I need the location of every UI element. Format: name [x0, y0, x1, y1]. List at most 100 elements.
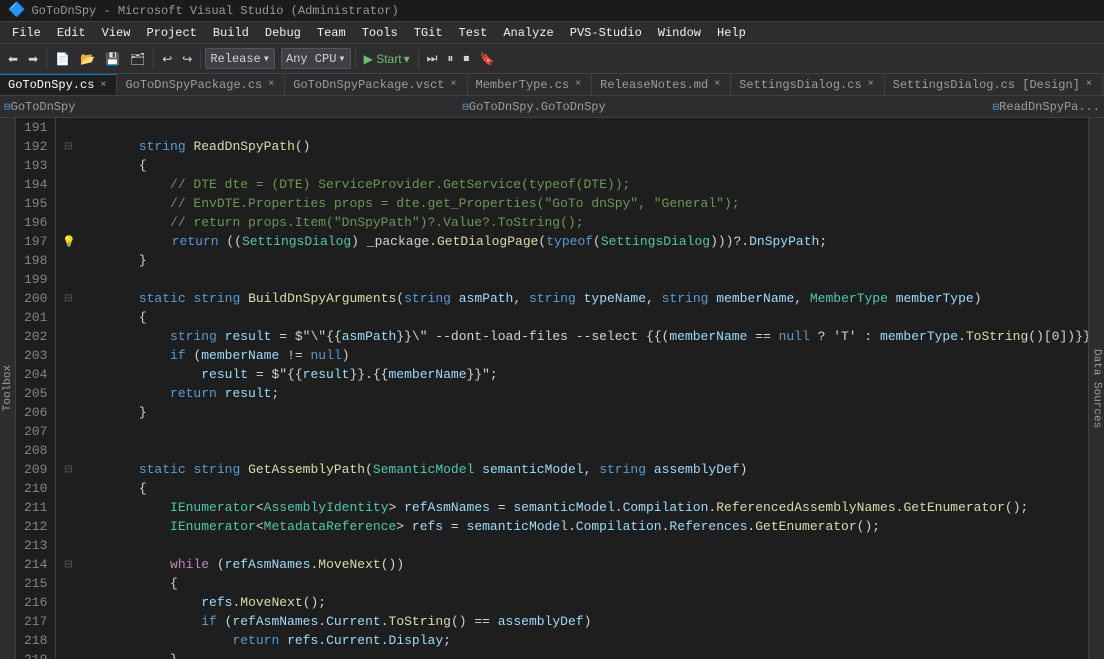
tab-settingsdialog-cs--design-[interactable]: SettingsDialog.cs [Design] ×: [885, 74, 1103, 95]
menu-item-tgit[interactable]: TGit: [406, 24, 451, 42]
code-line: [64, 270, 1088, 289]
tab-releasenotes-md[interactable]: ReleaseNotes.md ×: [592, 74, 731, 95]
line-number: 214: [24, 555, 47, 574]
new-project-button[interactable]: 📄: [51, 50, 74, 68]
collapse-icon[interactable]: ⊟: [64, 555, 76, 574]
code-line: [64, 441, 1088, 460]
code-line: }: [64, 251, 1088, 270]
tab-close-icon[interactable]: ×: [866, 78, 876, 91]
code-area: Toolbox 19119219319419519619719819920020…: [0, 118, 1104, 659]
editor: 1911921931941951961971981992002012022032…: [16, 118, 1088, 659]
menu-item-team[interactable]: Team: [309, 24, 354, 42]
titlebar: 🔷 GoToDnSpy - Microsoft Visual Studio (A…: [0, 0, 1104, 22]
forward-button[interactable]: ➡: [24, 50, 42, 68]
code-line: }: [64, 403, 1088, 422]
config-dropdown[interactable]: Release ▾: [205, 48, 275, 69]
code-line: refs.MoveNext();: [64, 593, 1088, 612]
line-number: 207: [24, 422, 47, 441]
menu-item-tools[interactable]: Tools: [354, 24, 406, 42]
code-line: IEnumerator<MetadataReference> refs = se…: [64, 517, 1088, 536]
back-button[interactable]: ⬅: [4, 50, 22, 68]
line-number: 194: [24, 175, 47, 194]
menu-item-window[interactable]: Window: [650, 24, 709, 42]
tab-close-icon[interactable]: ×: [98, 79, 108, 92]
line-number: 210: [24, 479, 47, 498]
line-number: 205: [24, 384, 47, 403]
undo-button[interactable]: ↩: [158, 50, 176, 68]
redo-button[interactable]: ↪: [178, 50, 196, 68]
tabs-bar: GoToDnSpy.cs×GoToDnSpyPackage.cs×GoToDnS…: [0, 74, 1104, 96]
line-number: 195: [24, 194, 47, 213]
line-number: 209: [24, 460, 47, 479]
menu-item-edit[interactable]: Edit: [49, 24, 94, 42]
line-number: 206: [24, 403, 47, 422]
tab-membertype-cs[interactable]: MemberType.cs×: [468, 74, 593, 95]
line-number: 202: [24, 327, 47, 346]
tab-label: GoToDnSpyPackage.cs: [125, 78, 262, 92]
menu-item-help[interactable]: Help: [709, 24, 754, 42]
tab-settingsdialog-cs[interactable]: SettingsDialog.cs ×: [731, 74, 884, 95]
code-line: ⊟ string ReadDnSpyPath(): [64, 137, 1088, 156]
platform-dropdown[interactable]: Any CPU ▾: [281, 48, 351, 69]
debug-btn2[interactable]: ⏸: [443, 49, 457, 68]
menu-item-test[interactable]: Test: [451, 24, 496, 42]
debug-btn3[interactable]: ⏹: [459, 49, 473, 68]
save-button[interactable]: 💾: [101, 50, 124, 68]
lightbulb-icon[interactable]: 💡: [62, 237, 76, 249]
collapse-icon[interactable]: ⊟: [64, 460, 76, 479]
collapse-icon[interactable]: ⊟: [64, 289, 76, 308]
tab-close-icon[interactable]: ×: [449, 78, 459, 91]
config-label: Release: [210, 52, 260, 66]
run-label: ▶ Start: [364, 52, 402, 66]
tab-close-icon[interactable]: ×: [1084, 78, 1094, 91]
menu-item-pvs-studio[interactable]: PVS-Studio: [562, 24, 650, 42]
separator-4: [355, 49, 356, 69]
line-number: 192: [24, 137, 47, 156]
separator-5: [418, 49, 419, 69]
code-content[interactable]: ⊟ string ReadDnSpyPath() { // DTE dte = …: [56, 118, 1088, 659]
method-path: ReadDnSpyPa...: [999, 100, 1100, 114]
code-line: IEnumerator<AssemblyIdentity> refAsmName…: [64, 498, 1088, 517]
tab-close-icon[interactable]: ×: [266, 78, 276, 91]
menu-item-debug[interactable]: Debug: [257, 24, 309, 42]
code-line: return refs.Current.Display;: [64, 631, 1088, 650]
menu-item-file[interactable]: File: [4, 24, 49, 42]
tab-close-icon[interactable]: ×: [712, 78, 722, 91]
debug-btn1[interactable]: ⏭: [423, 49, 442, 68]
datasources-panel[interactable]: Data Sources: [1088, 118, 1104, 659]
menu-item-project[interactable]: Project: [138, 24, 204, 42]
code-line: {: [64, 308, 1088, 327]
tab-label: ReleaseNotes.md: [600, 78, 708, 92]
line-number: 201: [24, 308, 47, 327]
code-line: return result;: [64, 384, 1088, 403]
title-text: GoToDnSpy - Microsoft Visual Studio (Adm…: [31, 4, 398, 18]
menu-item-view[interactable]: View: [94, 24, 139, 42]
tab-label: GoToDnSpyPackage.vsct: [293, 78, 444, 92]
tab-label: SettingsDialog.cs [Design]: [893, 78, 1080, 92]
run-button[interactable]: ▶ Start ▾: [360, 50, 414, 68]
line-number: 199: [24, 270, 47, 289]
tab-close-icon[interactable]: ×: [573, 78, 583, 91]
code-line: {: [64, 156, 1088, 175]
tab-label: SettingsDialog.cs: [739, 78, 861, 92]
code-line: string result = $"\"{{asmPath}}\" --dont…: [64, 327, 1088, 346]
save-all-button[interactable]: 🗂: [126, 50, 149, 68]
code-line: ⊟ static string GetAssemblyPath(Semantic…: [64, 460, 1088, 479]
code-line: {: [64, 479, 1088, 498]
tab-gotodnspypackage-vsct[interactable]: GoToDnSpyPackage.vsct ×: [285, 74, 467, 95]
line-number: 218: [24, 631, 47, 650]
menu-item-analyze[interactable]: Analyze: [495, 24, 561, 42]
line-number: 216: [24, 593, 47, 612]
code-line: ⊟ static string BuildDnSpyArguments(stri…: [64, 289, 1088, 308]
line-number: 213: [24, 536, 47, 555]
bookmark-btn[interactable]: 🔖: [475, 50, 498, 68]
chevron-down-icon: ▾: [263, 51, 270, 66]
line-number: 200: [24, 289, 47, 308]
tab-gotodnspy-cs[interactable]: GoToDnSpy.cs×: [0, 74, 117, 95]
open-button[interactable]: 📂: [76, 50, 99, 68]
toolbox-panel[interactable]: Toolbox: [0, 118, 16, 659]
menu-item-build[interactable]: Build: [205, 24, 257, 42]
collapse-icon[interactable]: ⊟: [64, 137, 76, 156]
tab-gotodnspypackage-cs[interactable]: GoToDnSpyPackage.cs ×: [117, 74, 285, 95]
code-line: [64, 536, 1088, 555]
